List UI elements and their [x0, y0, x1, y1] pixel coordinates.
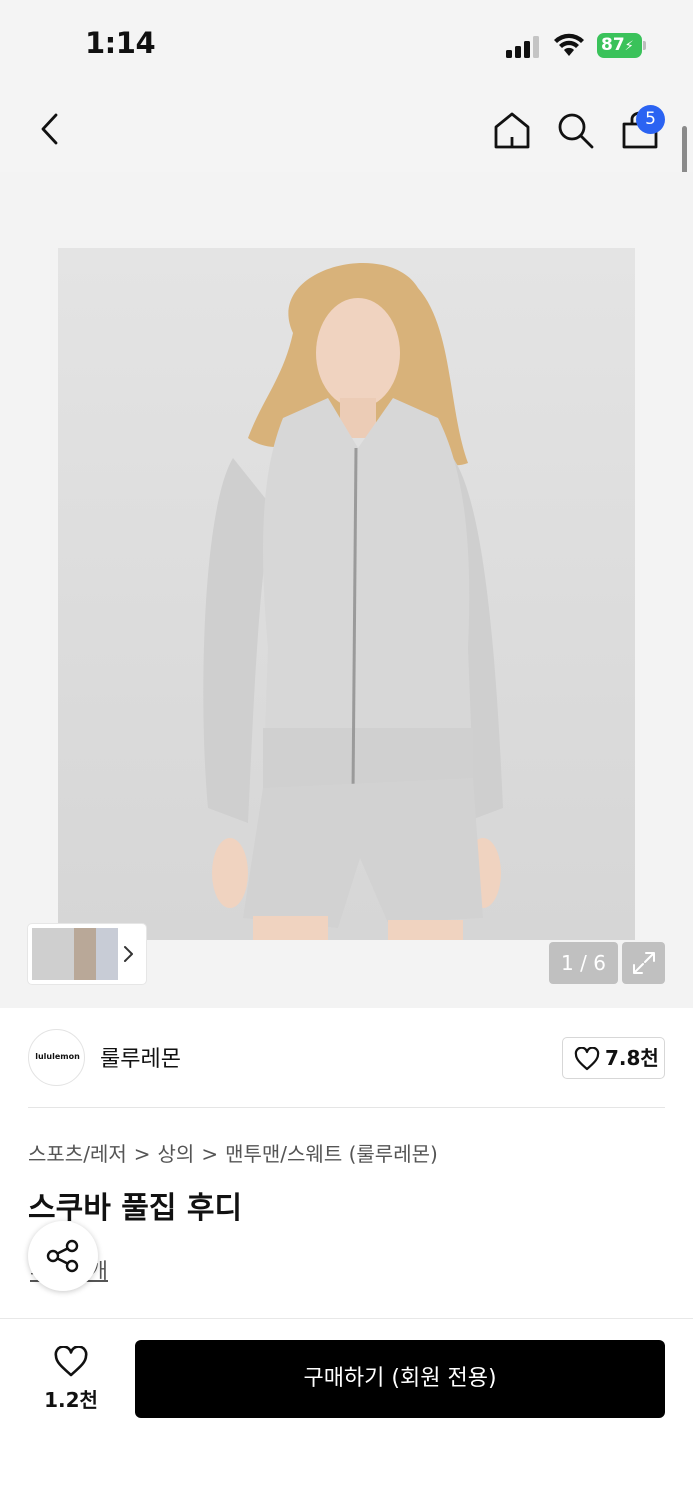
brand-like-button[interactable]: 7.8천	[562, 1037, 665, 1079]
expand-icon	[633, 952, 655, 974]
brand-name[interactable]: 룰루레몬	[100, 1041, 181, 1073]
share-button[interactable]	[28, 1221, 98, 1291]
signal-icon	[506, 36, 542, 58]
wishlist-count: 1.2천	[44, 1388, 98, 1412]
battery-percent: 87	[601, 35, 625, 55]
status-time: 1:14	[85, 26, 156, 60]
thumbnail-image[interactable]	[96, 928, 118, 980]
buy-button[interactable]: 구매하기 (회원 전용)	[135, 1340, 665, 1418]
thumbnail-image[interactable]	[32, 928, 74, 980]
heart-icon	[574, 1047, 600, 1071]
cart-count-badge: 5	[636, 105, 665, 134]
breadcrumb-item[interactable]: 맨투맨/스웨트 (룰루레몬)	[225, 1142, 438, 1166]
breadcrumb-item[interactable]: 스포츠/레저	[28, 1142, 127, 1166]
chevron-left-icon[interactable]	[36, 112, 66, 146]
brand-logo[interactable]: lululemon	[28, 1029, 85, 1086]
divider	[28, 1107, 665, 1108]
expand-button[interactable]	[622, 942, 665, 984]
search-icon[interactable]	[556, 111, 596, 151]
image-counter: 1 / 6	[549, 942, 618, 984]
status-bar: 1:14 87⚡	[0, 0, 693, 92]
wishlist-button[interactable]: 1.2천	[28, 1340, 114, 1418]
home-icon[interactable]	[492, 110, 532, 150]
breadcrumb-item[interactable]: 상의	[158, 1142, 195, 1166]
battery-icon: 87⚡	[597, 33, 647, 58]
product-photo[interactable]	[58, 248, 635, 940]
thumbnail-image[interactable]	[74, 928, 96, 980]
product-image-gallery[interactable]: 1 / 6	[0, 172, 693, 1008]
heart-icon	[54, 1346, 88, 1377]
thumbnail-strip[interactable]	[28, 924, 146, 984]
model-illustration	[203, 262, 503, 940]
brand-like-count: 7.8천	[605, 1046, 659, 1070]
wifi-icon	[554, 33, 584, 56]
breadcrumb-separator: >	[133, 1142, 151, 1166]
brand-logo-text: lululemon	[35, 1052, 80, 1061]
share-icon	[46, 1239, 79, 1273]
chevron-right-icon[interactable]	[121, 945, 135, 963]
breadcrumb: 스포츠/레저 > 상의 > 맨투맨/스웨트 (룰루레몬)	[28, 1138, 438, 1167]
breadcrumb-separator: >	[201, 1142, 219, 1166]
